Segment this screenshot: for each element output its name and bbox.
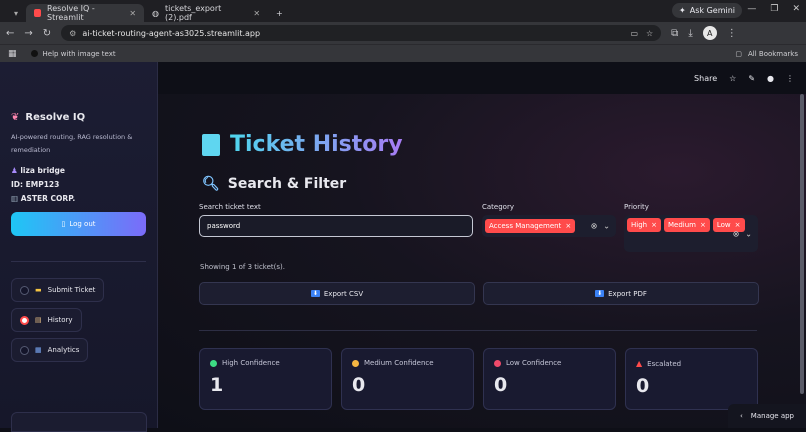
ticket-icon: ▬ bbox=[35, 286, 42, 294]
address-toolbar: ← → ↻ ⚙ ai-ticket-routing-agent-as3025.s… bbox=[0, 22, 806, 44]
forward-icon[interactable]: → bbox=[24, 28, 32, 39]
browser-tab-pdf[interactable]: ◍ tickets_export (2).pdf ✕ bbox=[144, 4, 268, 22]
chevron-down-icon[interactable]: ⌄ bbox=[745, 229, 752, 238]
tagline: AI-powered routing, RAG resolution & rem… bbox=[11, 133, 133, 154]
streamlit-favicon-icon bbox=[34, 9, 42, 17]
remove-chip-icon[interactable]: × bbox=[651, 221, 657, 229]
chevron-left-icon: ‹ bbox=[739, 412, 743, 420]
metric-escalated: ▲ Escalated 0 bbox=[625, 348, 758, 410]
nav-analytics[interactable]: ▦ Analytics bbox=[11, 338, 89, 362]
share-button[interactable]: Share bbox=[694, 74, 717, 83]
download-icon: ⬇ bbox=[310, 290, 320, 297]
section-heading: 🔍︎ Search & Filter bbox=[202, 176, 347, 192]
bookmark-star-icon[interactable]: ☆ bbox=[646, 29, 653, 38]
remove-chip-icon[interactable]: × bbox=[735, 221, 741, 229]
site-info-icon[interactable]: ⚙ bbox=[69, 29, 76, 38]
cast-icon[interactable]: ▭ bbox=[630, 29, 638, 38]
category-multiselect[interactable]: Access Management × ⊗ ⌄ bbox=[482, 215, 616, 237]
folder-icon: ▢ bbox=[735, 49, 742, 58]
all-bookmarks[interactable]: ▢ All Bookmarks bbox=[735, 50, 798, 58]
close-window-icon[interactable]: ✕ bbox=[792, 4, 800, 14]
door-icon: ▯ bbox=[61, 220, 66, 228]
reload-icon[interactable]: ↻ bbox=[43, 28, 51, 39]
sidebar-card bbox=[11, 412, 147, 432]
page-title: Ticket History bbox=[202, 132, 403, 157]
building-icon: ▥ bbox=[11, 194, 19, 203]
gemini-icon: ✦ bbox=[679, 6, 686, 15]
new-tab-button[interactable]: + bbox=[268, 4, 291, 22]
scrollbar[interactable] bbox=[800, 94, 804, 394]
green-dot-icon bbox=[210, 359, 217, 367]
scroll-icon bbox=[202, 133, 220, 156]
search-label: Search ticket text bbox=[199, 203, 261, 211]
remove-chip-icon[interactable]: × bbox=[700, 221, 706, 229]
brand: ❦ Resolve IQ bbox=[11, 112, 86, 123]
category-chip[interactable]: Access Management × bbox=[485, 219, 576, 233]
siren-icon: ▲ bbox=[636, 359, 643, 368]
user-info: ♟ liza bridge ID: EMP123 ▥ ASTER CORP. bbox=[11, 166, 76, 203]
download-icon[interactable]: ⤓ bbox=[688, 28, 692, 39]
sidebar: ❦ Resolve IQ AI-powered routing, RAG res… bbox=[0, 62, 158, 432]
magnifier-icon: 🔍︎ bbox=[202, 176, 220, 192]
app-toolbar: Share ☆ ✎ ● ⋮ bbox=[158, 62, 806, 94]
metric-low-confidence: Low Confidence 0 bbox=[483, 348, 616, 410]
more-menu-icon[interactable]: ⋮ bbox=[786, 74, 794, 83]
nav-submit-ticket[interactable]: ▬ Submit Ticket bbox=[11, 278, 105, 302]
yellow-dot-icon bbox=[352, 359, 359, 367]
close-icon[interactable]: ✕ bbox=[253, 9, 260, 18]
minimize-icon[interactable]: — bbox=[747, 4, 756, 14]
priority-label: Priority bbox=[624, 203, 649, 211]
radio-button[interactable] bbox=[20, 345, 29, 355]
results-count: Showing 1 of 3 ticket(s). bbox=[200, 263, 285, 271]
chart-icon: ▦ bbox=[35, 346, 42, 354]
red-dot-icon bbox=[494, 359, 501, 367]
window-controls: — ❐ ✕ bbox=[747, 4, 800, 14]
edit-icon[interactable]: ✎ bbox=[748, 74, 755, 83]
browser-tab-resolve-iq[interactable]: Resolve IQ - Streamlit ✕ bbox=[26, 4, 145, 22]
bookmarks-bar: ▦ Help with image text ▢ All Bookmarks bbox=[0, 44, 806, 62]
divider bbox=[199, 330, 757, 331]
ask-gemini-button[interactable]: ✦ Ask Gemini bbox=[672, 3, 742, 18]
clear-icon[interactable]: ⊗ bbox=[591, 222, 598, 231]
category-label: Category bbox=[482, 203, 514, 211]
manage-app-button[interactable]: ‹ Manage app bbox=[728, 404, 806, 428]
export-csv-button[interactable]: ⬇ Export CSV bbox=[199, 282, 475, 305]
address-bar[interactable]: ⚙ ai-ticket-routing-agent-as3025.streaml… bbox=[61, 25, 662, 41]
priority-chip-high[interactable]: High × bbox=[627, 218, 661, 232]
scroll-icon: ▤ bbox=[35, 316, 42, 324]
profile-avatar[interactable]: A bbox=[702, 26, 717, 40]
close-icon[interactable]: ✕ bbox=[129, 9, 136, 18]
metric-high-confidence: High Confidence 1 bbox=[199, 348, 332, 410]
metric-medium-confidence: Medium Confidence 0 bbox=[341, 348, 474, 410]
globe-icon: ◍ bbox=[152, 8, 159, 18]
export-pdf-button[interactable]: ⬇ Export PDF bbox=[483, 282, 759, 305]
search-input[interactable]: password bbox=[199, 215, 473, 237]
star-icon[interactable]: ☆ bbox=[729, 74, 736, 83]
github-icon[interactable]: ● bbox=[767, 74, 774, 83]
radio-button[interactable] bbox=[20, 285, 29, 295]
bookmark-help[interactable]: Help with image text bbox=[30, 50, 116, 58]
extensions-icon[interactable]: ⧉ bbox=[671, 28, 678, 39]
remove-chip-icon[interactable]: × bbox=[565, 222, 571, 230]
logout-button[interactable]: ▯ Log out bbox=[11, 212, 146, 236]
brain-icon: ❦ bbox=[11, 112, 20, 123]
bookmark-dot-icon bbox=[30, 50, 38, 57]
back-icon[interactable]: ← bbox=[6, 28, 14, 39]
download-icon: ⬇ bbox=[595, 290, 605, 297]
priority-chip-medium[interactable]: Medium × bbox=[663, 218, 710, 232]
browser-menu-icon[interactable]: ⋮ bbox=[727, 28, 737, 39]
chevron-down-icon[interactable]: ⌄ bbox=[603, 222, 610, 231]
priority-multiselect[interactable]: High × Medium × Low × ⊗ ⌄ bbox=[624, 215, 758, 252]
tab-search-icon[interactable]: ▾ bbox=[6, 4, 26, 22]
restore-icon[interactable]: ❐ bbox=[770, 4, 778, 14]
main-content: Share ☆ ✎ ● ⋮ Ticket History 🔍︎ Search &… bbox=[158, 62, 806, 428]
user-icon: ♟ bbox=[11, 166, 18, 175]
nav-history[interactable]: ▤ History bbox=[11, 308, 82, 332]
radio-button-selected[interactable] bbox=[20, 315, 29, 325]
clear-icon[interactable]: ⊗ bbox=[733, 229, 740, 238]
sidebar-divider bbox=[11, 261, 146, 262]
apps-grid-icon[interactable]: ▦ bbox=[8, 49, 17, 59]
